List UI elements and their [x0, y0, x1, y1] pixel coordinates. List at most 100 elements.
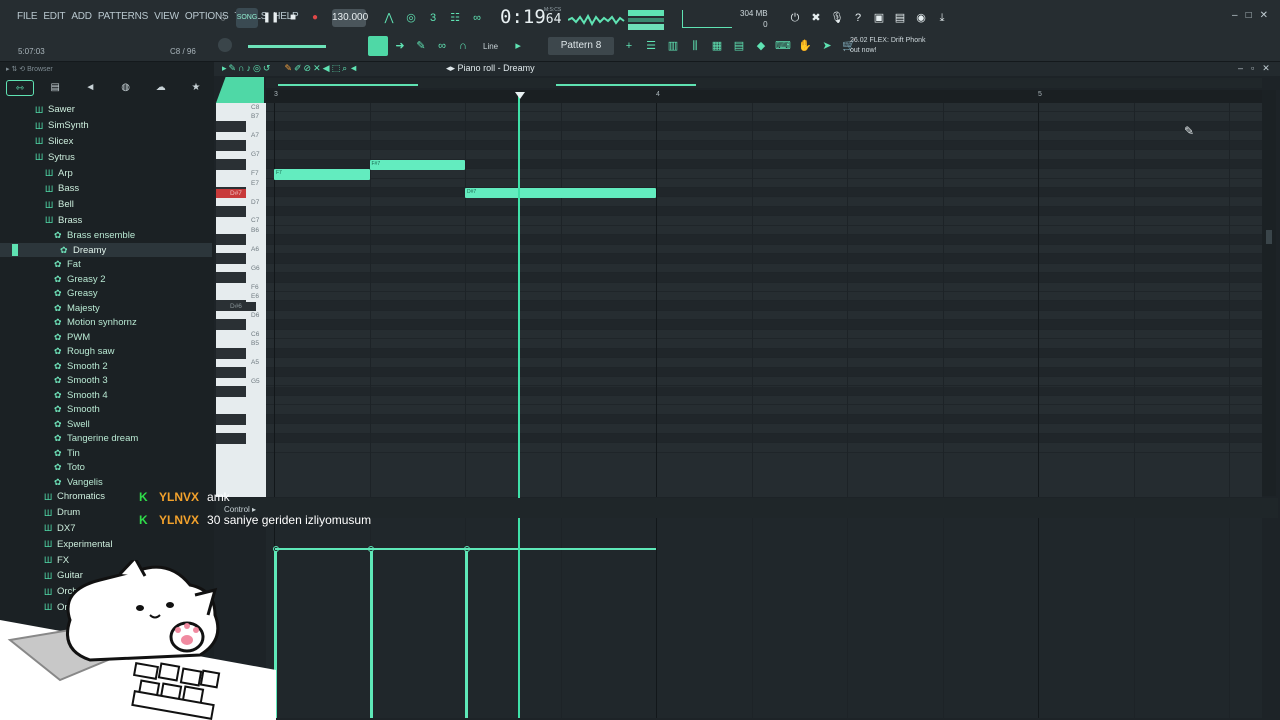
preset-item[interactable]: ✿ Swell: [0, 417, 212, 432]
preset-item[interactable]: ✿ Majesty: [0, 301, 212, 316]
metronome-icon[interactable]: ⋀: [380, 9, 398, 27]
black-key[interactable]: [216, 432, 246, 444]
piano-keyboard[interactable]: C8 B7 A7 G7 F7 E7 D#7 D7 C7 B6 A6 G6 F6 E6 D#6 D6 C6 B5 A5…: [216, 103, 266, 497]
tools-icon[interactable]: ✖: [807, 9, 825, 27]
pr-zoom-icon[interactable]: ⌕: [342, 63, 347, 74]
pr-record-icon[interactable]: ◎: [253, 63, 261, 74]
song-mode-button[interactable]: SONG: [236, 8, 258, 28]
tempo-display[interactable]: 130.000: [332, 9, 368, 27]
pr-delete-icon[interactable]: ⊘: [304, 63, 312, 74]
pr-pencil-icon[interactable]: ✎: [284, 63, 292, 74]
folder-item[interactable]: Ш SimSynth: [0, 118, 212, 134]
microphone-icon[interactable]: 🎙: [828, 9, 846, 27]
pr-maximize-icon[interactable]: ▫: [1251, 63, 1254, 74]
magnet-icon[interactable]: ∩: [454, 37, 472, 55]
black-key[interactable]: [216, 366, 246, 378]
playhead[interactable]: [518, 94, 520, 498]
pr-select-icon[interactable]: ⬚: [332, 63, 341, 74]
menu-view[interactable]: VIEW: [151, 11, 182, 22]
record-button[interactable]: ●: [306, 8, 324, 28]
black-key[interactable]: [216, 234, 246, 246]
folder-item[interactable]: Ш Experimental: [0, 536, 212, 552]
preset-item[interactable]: ✿ Tangerine dream: [0, 431, 212, 446]
menu-file[interactable]: FILE: [14, 11, 40, 22]
browser-tab-star-icon[interactable]: ★: [182, 80, 210, 96]
power-icon[interactable]: ⏻: [786, 9, 804, 27]
black-key[interactable]: [216, 139, 246, 151]
pr-menu-icon[interactable]: ▸: [222, 63, 227, 74]
minimize-icon[interactable]: –: [1232, 10, 1238, 21]
preset-item[interactable]: ✿ Smooth 2: [0, 359, 212, 374]
folder-item[interactable]: Ш Bell: [0, 197, 212, 213]
preset-item[interactable]: ✿ PWM: [0, 330, 212, 345]
master-pitch-knob[interactable]: [218, 38, 232, 52]
snap-button[interactable]: [368, 36, 388, 56]
loop-record-icon[interactable]: ∞: [468, 9, 486, 27]
preset-item[interactable]: ✿ Fat: [0, 257, 212, 272]
time-ruler[interactable]: 3 4 5: [266, 90, 1262, 103]
piano-roll-icon[interactable]: ▦: [708, 37, 726, 55]
folder-item[interactable]: Ш Arp: [0, 165, 212, 181]
folder-item[interactable]: Ш Slicex: [0, 134, 212, 150]
note-grid[interactable]: F7 F#7 D#7: [266, 103, 1262, 497]
vertical-scrollbar[interactable]: [1262, 90, 1276, 496]
tempo-tapper-icon[interactable]: ✋: [796, 37, 814, 55]
browser-tab-cloud-icon[interactable]: ☁: [147, 80, 175, 96]
pattern-selector[interactable]: Pattern 8: [548, 37, 614, 55]
download-icon[interactable]: ⤓: [933, 9, 951, 27]
folder-item[interactable]: Ш Bass: [0, 181, 212, 197]
browser-icon[interactable]: ▤: [730, 37, 748, 55]
channel-rack-icon[interactable]: ▥: [664, 37, 682, 55]
note[interactable]: F7: [274, 169, 370, 180]
send-icon[interactable]: ➤: [818, 37, 836, 55]
preset-item[interactable]: ✿ Toto: [0, 460, 212, 475]
pattern-left-arrow-icon[interactable]: ▸: [509, 37, 527, 55]
black-key[interactable]: [216, 158, 246, 170]
preset-item[interactable]: ✿ Greasy: [0, 286, 212, 301]
velocity-bar[interactable]: [465, 550, 468, 718]
black-key[interactable]: [216, 272, 246, 284]
note[interactable]: F#7: [369, 159, 465, 171]
menu-edit[interactable]: EDIT: [40, 11, 68, 22]
black-key[interactable]: [216, 205, 246, 217]
pr-wrench-icon[interactable]: ✎: [229, 63, 237, 74]
stop-button[interactable]: ■: [284, 8, 302, 28]
arrow-icon[interactable]: ➜: [391, 37, 409, 55]
wait-record-icon[interactable]: ◎: [402, 9, 420, 27]
pr-mute-icon[interactable]: ✕: [313, 63, 321, 74]
black-key[interactable]: [216, 253, 246, 265]
pr-minimize-icon[interactable]: –: [1238, 63, 1243, 74]
browser-tab-file-icon[interactable]: ▤: [41, 80, 69, 96]
playlist-icon[interactable]: ☰: [642, 37, 660, 55]
horizontal-scrollbar[interactable]: [266, 78, 1262, 88]
pr-speaker-icon[interactable]: ◄: [349, 63, 358, 74]
black-key[interactable]: [216, 413, 246, 425]
maximize-icon[interactable]: □: [1246, 10, 1252, 21]
pr-note-icon[interactable]: ♪: [247, 63, 252, 74]
plugin-picker-icon[interactable]: ◆: [752, 37, 770, 55]
mixer-icon[interactable]: ⫼: [686, 37, 704, 55]
note[interactable]: D#7: [465, 188, 656, 199]
snap-mode-label[interactable]: Line: [483, 42, 498, 51]
folder-item[interactable]: Ш Brass: [0, 213, 212, 229]
vscroll-thumb[interactable]: [1266, 230, 1272, 244]
folder-item[interactable]: Ш Sawer: [0, 102, 212, 118]
preset-item[interactable]: ✿ Rough saw: [0, 344, 212, 359]
close-icon[interactable]: ✕: [1260, 10, 1268, 21]
menu-patterns[interactable]: PATTERNS: [95, 11, 151, 22]
chat-icon[interactable]: ◉: [912, 9, 930, 27]
scroll-thumb[interactable]: [278, 84, 418, 86]
pr-magnet-icon[interactable]: ∩: [238, 63, 244, 74]
touch-keyboard-icon[interactable]: ⌨: [774, 37, 792, 55]
preset-item[interactable]: ✿ Smooth 3: [0, 373, 212, 388]
pr-undo-icon[interactable]: ↺: [263, 63, 271, 74]
black-key[interactable]: [216, 319, 246, 331]
countdown-icon[interactable]: 3: [424, 9, 442, 27]
news-panel[interactable]: 26.02 FLEX: Drift Phonk out now!: [850, 36, 925, 56]
pr-close-icon[interactable]: ✕: [1262, 63, 1270, 74]
step-edit-icon[interactable]: ☷: [446, 9, 464, 27]
add-pattern-icon[interactable]: +: [620, 37, 638, 55]
black-key[interactable]: [216, 120, 246, 132]
pr-slice-icon[interactable]: ◀: [323, 63, 330, 74]
preset-item[interactable]: ✿ Greasy 2: [0, 272, 212, 287]
